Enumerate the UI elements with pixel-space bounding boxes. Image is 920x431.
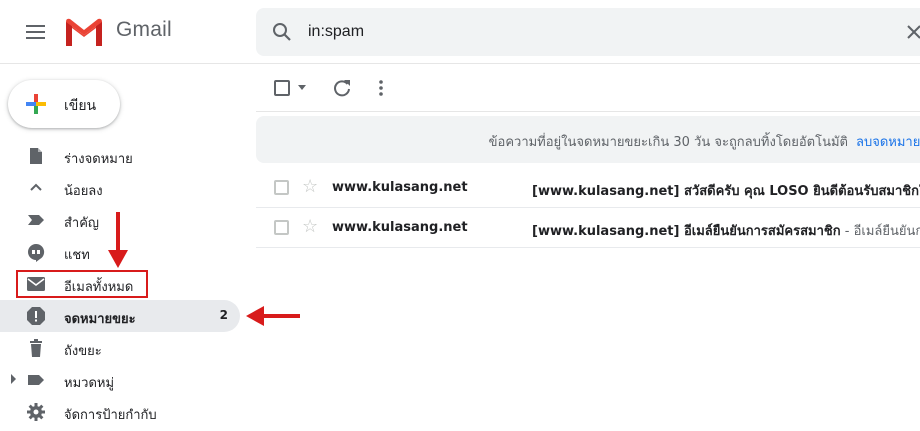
spam-notice-text: ข้อความที่อยู่ในจดหมายขยะเกิน 30 วัน จะถ… (488, 135, 848, 150)
annotation-arrow-down-icon (108, 212, 128, 268)
compose-label: เขียน (64, 98, 97, 114)
sidebar-item-label: จัดการป้ายกำกับ (64, 408, 157, 423)
search-icon[interactable] (270, 20, 294, 44)
trash-icon (30, 339, 42, 357)
unread-count: 2 (219, 308, 228, 322)
chat-icon (28, 243, 45, 262)
label-icon (28, 375, 44, 385)
email-list: ☆ www.kulasang.net [www.kulasang.net] สว… (256, 168, 920, 248)
clear-search-icon[interactable] (903, 21, 920, 43)
email-subject: [www.kulasang.net] สวัสดีครับ คุณ LOSO ย… (532, 184, 920, 199)
select-all-checkbox[interactable] (274, 80, 290, 96)
expand-caret-icon[interactable] (11, 374, 16, 384)
delete-all-spam-link[interactable]: ลบจดหมายขยะทั้งหมดเลย (856, 131, 920, 152)
email-subject: [www.kulasang.net] อีเมล์ยืนยันการสมัครส… (532, 224, 841, 239)
email-row[interactable]: ☆ www.kulasang.net [www.kulasang.net] อี… (256, 208, 920, 248)
plus-icon (26, 94, 46, 114)
sidebar-item-label: จดหมายขยะ (64, 312, 136, 327)
search-input[interactable] (308, 18, 868, 46)
sidebar-item-manage-labels[interactable]: จัดการป้ายกำกับ (0, 396, 240, 428)
important-icon (28, 215, 44, 225)
email-checkbox[interactable] (274, 180, 289, 195)
star-icon[interactable]: ☆ (302, 178, 318, 196)
select-options-chevron-icon[interactable] (298, 85, 306, 90)
email-sender: www.kulasang.net (332, 220, 468, 235)
sidebar-item-trash[interactable]: ถังขยะ (0, 332, 240, 364)
search-bar (256, 8, 920, 56)
sidebar-item-label: สำคัญ (64, 216, 100, 231)
gmail-logo[interactable] (63, 16, 105, 48)
star-icon[interactable]: ☆ (302, 218, 318, 236)
sidebar-item-label: ถังขยะ (64, 344, 102, 359)
email-sender: www.kulasang.net (332, 180, 468, 195)
mail-toolbar (256, 64, 920, 112)
sidebar-item-categories[interactable]: หมวดหมู่ (0, 364, 240, 396)
annotation-highlight-box (16, 270, 148, 298)
gear-icon (27, 403, 45, 421)
email-snippet: - อีเมล์ยืนยันการสมัครสมาชิก (844, 224, 920, 239)
app-brand: Gmail (116, 18, 172, 41)
draft-icon (30, 148, 42, 164)
sidebar-item-less[interactable]: น้อยลง (0, 172, 240, 204)
sidebar-item-label: แชท (64, 248, 90, 263)
chevron-up-icon (30, 183, 42, 191)
sidebar-item-label: ร่างจดหมาย (64, 152, 133, 167)
compose-button[interactable]: เขียน (8, 80, 120, 128)
spam-icon (27, 307, 45, 325)
more-options-icon[interactable] (371, 78, 391, 98)
email-row[interactable]: ☆ www.kulasang.net [www.kulasang.net] สว… (256, 168, 920, 208)
email-subject-line: [www.kulasang.net] สวัสดีครับ คุณ LOSO ย… (532, 180, 920, 201)
sidebar-item-spam[interactable]: จดหมายขยะ 2 (0, 300, 240, 332)
annotation-arrow-left-icon (246, 306, 300, 326)
refresh-icon[interactable] (332, 78, 352, 98)
sidebar-item-label: น้อยลง (64, 184, 103, 199)
sidebar-item-label: หมวดหมู่ (64, 376, 115, 391)
sidebar-item-drafts[interactable]: ร่างจดหมาย (0, 140, 240, 172)
spam-notice-banner: ข้อความที่อยู่ในจดหมายขยะเกิน 30 วัน จะถ… (256, 116, 920, 163)
email-subject-line: [www.kulasang.net] อีเมล์ยืนยันการสมัครส… (532, 220, 920, 241)
email-checkbox[interactable] (274, 220, 289, 235)
top-bar: Gmail (0, 0, 920, 64)
main-menu-icon[interactable] (22, 20, 50, 44)
